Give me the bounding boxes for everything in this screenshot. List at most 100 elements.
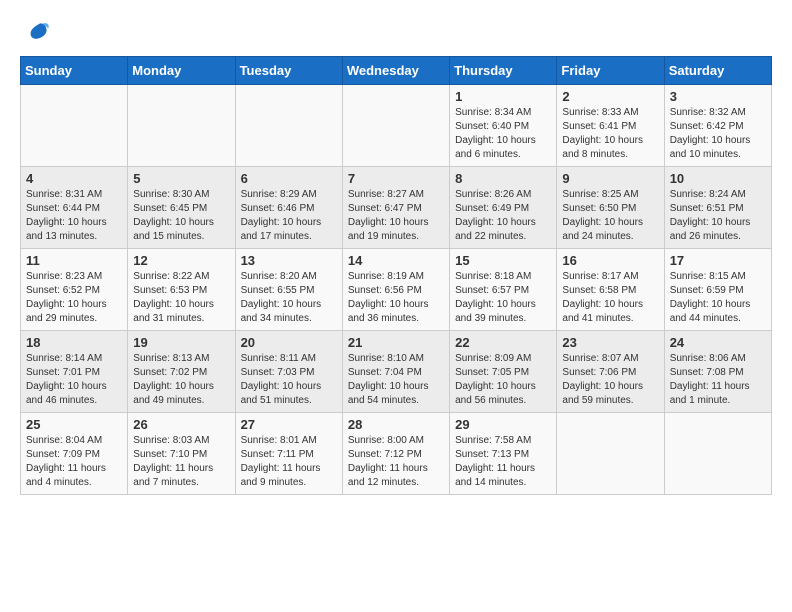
calendar-cell: 11 Sunrise: 8:23 AM Sunset: 6:52 PM Dayli… [21,249,128,331]
calendar-cell: 28Sunrise: 8:00 AM Sunset: 7:12 PM Dayli… [342,413,449,495]
calendar-cell: 21Sunrise: 8:10 AM Sunset: 7:04 PM Dayli… [342,331,449,413]
calendar-cell: 10 Sunrise: 8:24 AM Sunset: 6:51 PM Dayli… [664,167,771,249]
day-number: 3 [670,89,766,104]
day-info: Sunrise: 8:07 AM Sunset: 7:06 PM Dayligh… [562,352,658,408]
day-info: Sunrise: 8:30 AM Sunset: 6:45 PM Dayligh… [133,188,229,244]
day-info: Sunrise: 8:13 AM Sunset: 7:02 PM Dayligh… [133,352,229,408]
day-number: 29 [455,417,551,432]
calendar-cell: 14 Sunrise: 8:19 AM Sunset: 6:56 PM Dayli… [342,249,449,331]
day-header-sunday: Sunday [21,57,128,85]
day-number: 27 [241,417,337,432]
calendar-cell [235,85,342,167]
day-number: 26 [133,417,229,432]
day-number: 5 [133,171,229,186]
logo [20,20,52,48]
calendar-cell: 20 Sunrise: 8:11 AM Sunset: 7:03 PM Dayli… [235,331,342,413]
day-info: Sunrise: 8:09 AM Sunset: 7:05 PM Dayligh… [455,352,551,408]
day-number: 16 [562,253,658,268]
calendar-cell: 2 Sunrise: 8:33 AM Sunset: 6:41 PM Daylig… [557,85,664,167]
header-row: SundayMondayTuesdayWednesdayThursdayFrid… [21,57,772,85]
calendar-cell: 13Sunrise: 8:20 AM Sunset: 6:55 PM Dayli… [235,249,342,331]
day-header-tuesday: Tuesday [235,57,342,85]
day-info: Sunrise: 8:03 AM Sunset: 7:10 PM Dayligh… [133,434,229,490]
day-number: 21 [348,335,444,350]
calendar-cell: 15Sunrise: 8:18 AM Sunset: 6:57 PM Dayli… [450,249,557,331]
calendar-cell [557,413,664,495]
day-info: Sunrise: 8:33 AM Sunset: 6:41 PM Dayligh… [562,106,658,162]
day-header-friday: Friday [557,57,664,85]
day-number: 12 [133,253,229,268]
day-number: 18 [26,335,122,350]
calendar-cell [21,85,128,167]
day-info: Sunrise: 8:15 AM Sunset: 6:59 PM Dayligh… [670,270,766,326]
day-number: 17 [670,253,766,268]
calendar-cell: 23 Sunrise: 8:07 AM Sunset: 7:06 PM Dayli… [557,331,664,413]
calendar-cell: 3 Sunrise: 8:32 AM Sunset: 6:42 PM Daylig… [664,85,771,167]
day-info: Sunrise: 8:14 AM Sunset: 7:01 PM Dayligh… [26,352,122,408]
calendar-week-3: 18 Sunrise: 8:14 AM Sunset: 7:01 PM Dayli… [21,331,772,413]
day-info: Sunrise: 7:58 AM Sunset: 7:13 PM Dayligh… [455,434,551,490]
day-number: 15 [455,253,551,268]
page-container: SundayMondayTuesdayWednesdayThursdayFrid… [20,20,772,495]
calendar-header: SundayMondayTuesdayWednesdayThursdayFrid… [21,57,772,85]
day-header-monday: Monday [128,57,235,85]
calendar-body: 1Sunrise: 8:34 AM Sunset: 6:40 PM Daylig… [21,85,772,495]
calendar-cell: 25 Sunrise: 8:04 AM Sunset: 7:09 PM Dayli… [21,413,128,495]
day-info: Sunrise: 8:26 AM Sunset: 6:49 PM Dayligh… [455,188,551,244]
day-number: 9 [562,171,658,186]
day-number: 8 [455,171,551,186]
day-info: Sunrise: 8:24 AM Sunset: 6:51 PM Dayligh… [670,188,766,244]
day-info: Sunrise: 8:25 AM Sunset: 6:50 PM Dayligh… [562,188,658,244]
day-number: 22 [455,335,551,350]
calendar-cell: 16Sunrise: 8:17 AM Sunset: 6:58 PM Dayli… [557,249,664,331]
day-number: 20 [241,335,337,350]
calendar-cell: 24 Sunrise: 8:06 AM Sunset: 7:08 PM Dayli… [664,331,771,413]
calendar-cell: 6 Sunrise: 8:29 AM Sunset: 6:46 PM Daylig… [235,167,342,249]
calendar-cell: 8 Sunrise: 8:26 AM Sunset: 6:49 PM Daylig… [450,167,557,249]
calendar-cell: 12 Sunrise: 8:22 AM Sunset: 6:53 PM Dayli… [128,249,235,331]
day-number: 11 [26,253,122,268]
day-header-saturday: Saturday [664,57,771,85]
calendar-table: SundayMondayTuesdayWednesdayThursdayFrid… [20,56,772,495]
logo-bird-icon [24,20,52,48]
calendar-week-4: 25 Sunrise: 8:04 AM Sunset: 7:09 PM Dayli… [21,413,772,495]
day-info: Sunrise: 8:01 AM Sunset: 7:11 PM Dayligh… [241,434,337,490]
calendar-cell: 7Sunrise: 8:27 AM Sunset: 6:47 PM Daylig… [342,167,449,249]
day-header-wednesday: Wednesday [342,57,449,85]
day-number: 2 [562,89,658,104]
day-info: Sunrise: 8:31 AM Sunset: 6:44 PM Dayligh… [26,188,122,244]
day-number: 14 [348,253,444,268]
day-number: 19 [133,335,229,350]
day-number: 7 [348,171,444,186]
calendar-cell: 29 Sunrise: 7:58 AM Sunset: 7:13 PM Dayli… [450,413,557,495]
day-header-thursday: Thursday [450,57,557,85]
calendar-week-0: 1Sunrise: 8:34 AM Sunset: 6:40 PM Daylig… [21,85,772,167]
calendar-week-1: 4Sunrise: 8:31 AM Sunset: 6:44 PM Daylig… [21,167,772,249]
day-number: 1 [455,89,551,104]
calendar-week-2: 11 Sunrise: 8:23 AM Sunset: 6:52 PM Dayli… [21,249,772,331]
calendar-cell: 5 Sunrise: 8:30 AM Sunset: 6:45 PM Daylig… [128,167,235,249]
calendar-cell: 26 Sunrise: 8:03 AM Sunset: 7:10 PM Dayli… [128,413,235,495]
header [20,20,772,48]
day-info: Sunrise: 8:32 AM Sunset: 6:42 PM Dayligh… [670,106,766,162]
day-info: Sunrise: 8:00 AM Sunset: 7:12 PM Dayligh… [348,434,444,490]
day-info: Sunrise: 8:19 AM Sunset: 6:56 PM Dayligh… [348,270,444,326]
day-info: Sunrise: 8:11 AM Sunset: 7:03 PM Dayligh… [241,352,337,408]
day-info: Sunrise: 8:29 AM Sunset: 6:46 PM Dayligh… [241,188,337,244]
calendar-cell: 9 Sunrise: 8:25 AM Sunset: 6:50 PM Daylig… [557,167,664,249]
day-info: Sunrise: 8:06 AM Sunset: 7:08 PM Dayligh… [670,352,766,408]
day-info: Sunrise: 8:04 AM Sunset: 7:09 PM Dayligh… [26,434,122,490]
day-info: Sunrise: 8:23 AM Sunset: 6:52 PM Dayligh… [26,270,122,326]
calendar-cell: 17 Sunrise: 8:15 AM Sunset: 6:59 PM Dayli… [664,249,771,331]
day-number: 6 [241,171,337,186]
day-number: 25 [26,417,122,432]
day-info: Sunrise: 8:20 AM Sunset: 6:55 PM Dayligh… [241,270,337,326]
day-number: 23 [562,335,658,350]
calendar-cell: 27 Sunrise: 8:01 AM Sunset: 7:11 PM Dayli… [235,413,342,495]
calendar-cell [128,85,235,167]
calendar-cell: 18 Sunrise: 8:14 AM Sunset: 7:01 PM Dayli… [21,331,128,413]
day-number: 10 [670,171,766,186]
day-number: 24 [670,335,766,350]
calendar-cell: 4Sunrise: 8:31 AM Sunset: 6:44 PM Daylig… [21,167,128,249]
day-info: Sunrise: 8:22 AM Sunset: 6:53 PM Dayligh… [133,270,229,326]
